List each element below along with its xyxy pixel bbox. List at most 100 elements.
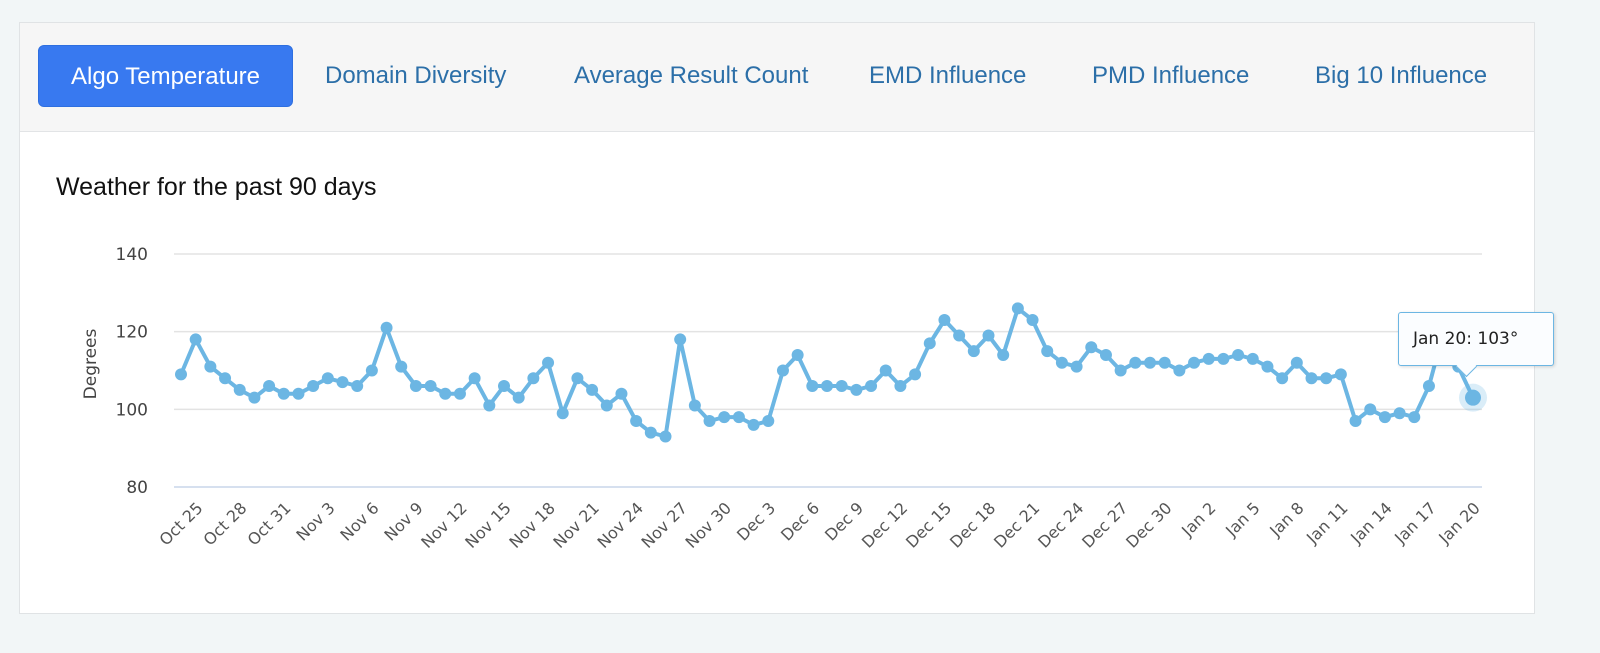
- data-point[interactable]: [380, 321, 393, 334]
- data-point[interactable]: [468, 372, 481, 385]
- data-point[interactable]: [483, 399, 496, 412]
- data-point[interactable]: [1378, 411, 1391, 424]
- data-point[interactable]: [512, 391, 525, 404]
- data-point[interactable]: [1465, 389, 1481, 406]
- data-point[interactable]: [1202, 352, 1215, 365]
- data-point[interactable]: [703, 414, 716, 427]
- data-point[interactable]: [1276, 372, 1289, 385]
- data-point[interactable]: [923, 337, 936, 350]
- data-point[interactable]: [1246, 352, 1259, 365]
- data-point[interactable]: [718, 411, 731, 424]
- data-point[interactable]: [424, 380, 437, 393]
- x-axis-ticks: Oct 25Oct 28Oct 31Nov 3Nov 6Nov 9Nov 12N…: [156, 498, 1484, 552]
- x-tick-label: Jan 14: [1346, 498, 1396, 548]
- data-point[interactable]: [542, 356, 555, 369]
- data-point[interactable]: [527, 372, 540, 385]
- data-point[interactable]: [879, 364, 892, 377]
- data-point[interactable]: [909, 368, 922, 381]
- data-point[interactable]: [1026, 314, 1039, 327]
- data-point[interactable]: [248, 391, 261, 404]
- data-point[interactable]: [277, 387, 290, 400]
- data-point[interactable]: [688, 399, 701, 412]
- data-point[interactable]: [204, 360, 217, 373]
- x-tick-label: Jan 17: [1390, 498, 1440, 548]
- data-point[interactable]: [395, 360, 408, 373]
- data-point[interactable]: [894, 380, 907, 393]
- data-point[interactable]: [409, 380, 422, 393]
- data-point[interactable]: [1011, 302, 1024, 315]
- data-point[interactable]: [762, 414, 775, 427]
- data-point[interactable]: [351, 380, 364, 393]
- data-point[interactable]: [365, 364, 378, 377]
- data-point[interactable]: [806, 380, 819, 393]
- data-point[interactable]: [1408, 411, 1421, 424]
- data-point[interactable]: [732, 411, 745, 424]
- data-point[interactable]: [1393, 407, 1406, 420]
- data-point[interactable]: [307, 380, 320, 393]
- data-point[interactable]: [674, 333, 687, 346]
- data-point[interactable]: [1290, 356, 1303, 369]
- data-point[interactable]: [1232, 348, 1245, 361]
- data-point[interactable]: [1114, 364, 1127, 377]
- data-point[interactable]: [821, 380, 833, 393]
- data-point[interactable]: [1422, 380, 1435, 393]
- data-point[interactable]: [571, 372, 584, 385]
- data-point[interactable]: [233, 383, 246, 396]
- data-point[interactable]: [776, 364, 789, 377]
- data-point[interactable]: [747, 418, 760, 431]
- x-tick-label: Nov 18: [505, 498, 559, 552]
- data-point[interactable]: [1364, 403, 1377, 416]
- data-point[interactable]: [1085, 341, 1098, 354]
- data-point[interactable]: [1334, 368, 1347, 381]
- line-chart: 80100120140 Degrees Oct 25Oct 28Oct 31No…: [81, 245, 1487, 552]
- data-point[interactable]: [835, 380, 848, 393]
- data-point[interactable]: [1173, 364, 1186, 377]
- data-point[interactable]: [997, 348, 1010, 361]
- x-tick-label: Dec 15: [902, 498, 955, 551]
- data-point[interactable]: [439, 387, 452, 400]
- data-point[interactable]: [336, 376, 349, 389]
- data-point[interactable]: [615, 387, 628, 400]
- data-point[interactable]: [1099, 348, 1112, 361]
- data-point[interactable]: [1349, 414, 1362, 427]
- data-point[interactable]: [1188, 356, 1201, 369]
- data-point[interactable]: [556, 407, 569, 420]
- x-tick-label: Dec 21: [990, 498, 1043, 551]
- data-point[interactable]: [1055, 356, 1068, 369]
- data-point[interactable]: [600, 399, 613, 412]
- data-point[interactable]: [219, 372, 232, 385]
- data-point[interactable]: [791, 348, 804, 361]
- data-point[interactable]: [586, 383, 599, 396]
- data-point[interactable]: [1158, 356, 1171, 369]
- data-point[interactable]: [1261, 360, 1274, 373]
- data-point[interactable]: [1320, 372, 1333, 385]
- data-point[interactable]: [1129, 356, 1142, 369]
- data-point[interactable]: [263, 380, 276, 393]
- data-point[interactable]: [1217, 352, 1230, 365]
- data-point[interactable]: [498, 380, 510, 393]
- x-tick-label: Oct 31: [244, 498, 295, 549]
- data-point[interactable]: [1070, 360, 1083, 373]
- data-point[interactable]: [175, 368, 187, 381]
- data-point[interactable]: [953, 329, 966, 342]
- data-point[interactable]: [850, 383, 863, 396]
- data-point[interactable]: [865, 380, 878, 393]
- data-point[interactable]: [982, 329, 995, 342]
- data-point[interactable]: [189, 333, 202, 346]
- data-point[interactable]: [453, 387, 466, 400]
- data-point[interactable]: [1305, 372, 1318, 385]
- tooltip: Jan 20: 103°: [1398, 312, 1554, 366]
- data-point[interactable]: [321, 372, 334, 385]
- data-point[interactable]: [938, 314, 951, 327]
- data-point[interactable]: [659, 430, 672, 443]
- data-point[interactable]: [644, 426, 657, 439]
- x-tick-label: Nov 3: [292, 498, 338, 544]
- data-point[interactable]: [292, 387, 305, 400]
- data-point[interactable]: [967, 345, 980, 358]
- data-point[interactable]: [1144, 356, 1156, 369]
- y-axis-label: Degrees: [81, 328, 101, 399]
- data-point[interactable]: [630, 414, 643, 427]
- data-point[interactable]: [1041, 345, 1054, 358]
- x-tick-label: Nov 30: [682, 498, 736, 552]
- x-tick-label: Jan 8: [1265, 498, 1307, 540]
